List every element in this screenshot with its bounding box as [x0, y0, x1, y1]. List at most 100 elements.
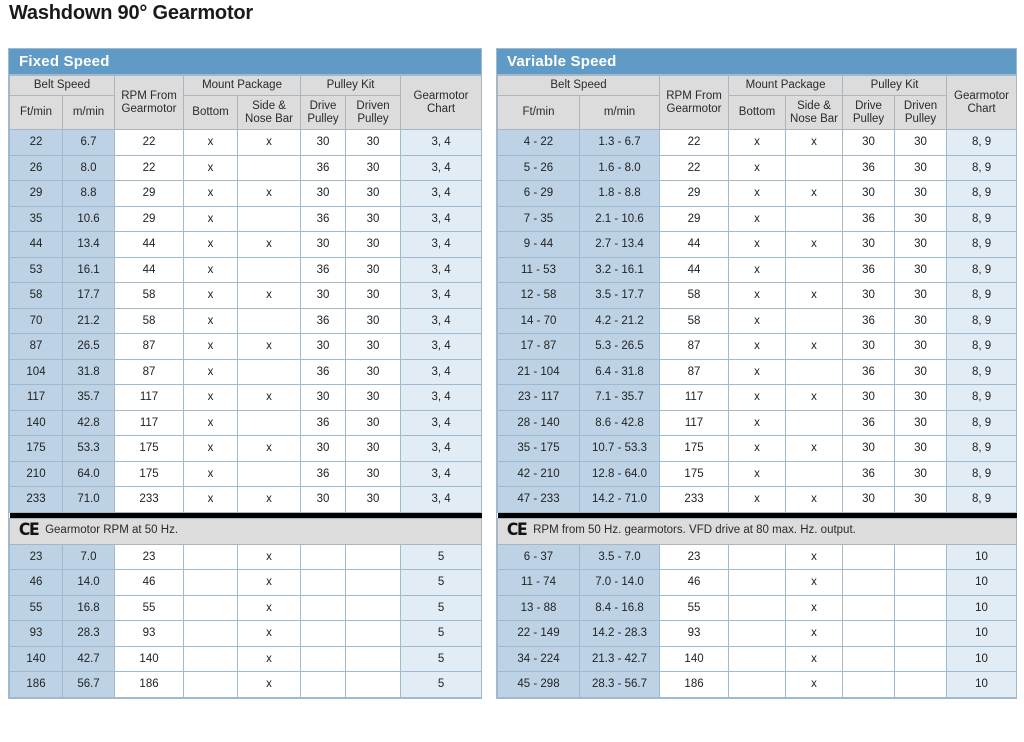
table-row: 93 28.3 93 x 5 — [9, 620, 483, 647]
cell-chart: 3, 4 — [400, 460, 483, 487]
cell-drive — [842, 645, 896, 672]
header-bottom: Bottom — [728, 95, 787, 130]
cell-driven: 30 — [894, 486, 948, 513]
table-row: 44 13.4 44 x x 30 30 3, 4 — [9, 231, 483, 258]
ce-note-cell: CE Gearmotor RPM at 50 Hz. — [8, 517, 483, 545]
cell-side: x — [785, 231, 844, 258]
cell-ft: 55 — [9, 594, 63, 621]
table-row: 9 - 44 2.7 - 13.4 44 x x 30 30 8, 9 — [497, 231, 1018, 258]
cell-side: x — [785, 569, 844, 596]
cell-drive: 30 — [300, 282, 347, 309]
cell-ft: 23 - 117 — [497, 384, 580, 411]
fixed-speed-main-rows: 22 6.7 22 x x 30 30 3, 4 26 8.0 22 x 36 30 3, 4 29 8.8 29… — [9, 129, 483, 513]
cell-ft: 6 - 29 — [497, 180, 580, 207]
cell-driven: 30 — [345, 205, 402, 232]
table-row: 140 42.8 117 x 36 30 3, 4 — [9, 409, 483, 436]
cell-side — [785, 205, 844, 232]
cell-m: 6.7 — [61, 129, 116, 156]
cell-side — [237, 205, 302, 232]
cell-chart: 8, 9 — [946, 180, 1018, 207]
cell-driven: 30 — [894, 435, 948, 462]
cell-side — [785, 460, 844, 487]
cell-rpm: 29 — [114, 205, 185, 232]
cell-drive: 36 — [300, 154, 347, 181]
cell-side: x — [785, 435, 844, 462]
variable-speed-banner: Variable Speed — [497, 49, 1016, 75]
cell-driven — [345, 671, 402, 698]
cell-bottom: x — [183, 129, 239, 156]
cell-m: 42.8 — [61, 409, 116, 436]
cell-rpm: 22 — [114, 129, 185, 156]
cell-side — [237, 307, 302, 334]
cell-rpm: 175 — [659, 435, 730, 462]
cell-m: 16.8 — [61, 594, 116, 621]
cell-ft: 22 - 149 — [497, 620, 580, 647]
cell-drive — [842, 620, 896, 647]
cell-side: x — [237, 543, 302, 570]
ce-note-cell: CE RPM from 50 Hz. gearmotors. VFD drive … — [496, 517, 1018, 545]
cell-driven: 30 — [345, 460, 402, 487]
cell-driven — [345, 620, 402, 647]
cell-bottom: x — [183, 486, 239, 513]
table-row: 117 35.7 117 x x 30 30 3, 4 — [9, 384, 483, 411]
cell-chart: 3, 4 — [400, 129, 483, 156]
fixed-speed-table: Belt Speed RPM From Gearmotor Mount Pack… — [8, 75, 483, 698]
cell-ft: 45 - 298 — [497, 671, 580, 698]
cell-drive: 36 — [842, 154, 896, 181]
cell-chart: 10 — [946, 569, 1018, 596]
cell-bottom: x — [183, 358, 239, 385]
cell-chart: 3, 4 — [400, 384, 483, 411]
cell-drive — [300, 620, 347, 647]
cell-drive: 36 — [842, 409, 896, 436]
ce-note-row: CE RPM from 50 Hz. gearmotors. VFD drive … — [496, 517, 1018, 545]
cell-chart: 8, 9 — [946, 486, 1018, 513]
cell-driven — [894, 671, 948, 698]
cell-side: x — [785, 282, 844, 309]
cell-rpm: 44 — [659, 256, 730, 283]
cell-side: x — [785, 620, 844, 647]
table-row: 233 71.0 233 x x 30 30 3, 4 — [9, 486, 483, 513]
cell-bottom — [183, 645, 239, 672]
cell-driven — [345, 569, 402, 596]
cell-chart: 8, 9 — [946, 205, 1018, 232]
cell-rpm: 22 — [659, 154, 730, 181]
table-row: 58 17.7 58 x x 30 30 3, 4 — [9, 282, 483, 309]
cell-side: x — [785, 333, 844, 360]
cell-drive: 30 — [300, 384, 347, 411]
table-row: 140 42.7 140 x 5 — [9, 645, 483, 672]
cell-chart: 8, 9 — [946, 282, 1018, 309]
cell-rpm: 93 — [659, 620, 730, 647]
cell-bottom — [728, 620, 787, 647]
cell-m: 13.4 — [61, 231, 116, 258]
cell-chart: 3, 4 — [400, 231, 483, 258]
cell-driven: 30 — [894, 307, 948, 334]
cell-bottom: x — [183, 460, 239, 487]
header-belt-speed: Belt Speed — [8, 75, 116, 96]
cell-bottom: x — [183, 282, 239, 309]
cell-rpm: 46 — [659, 569, 730, 596]
cell-chart: 8, 9 — [946, 154, 1018, 181]
cell-rpm: 44 — [659, 231, 730, 258]
cell-rpm: 29 — [114, 180, 185, 207]
cell-drive: 30 — [842, 333, 896, 360]
cell-ft: 46 — [9, 569, 63, 596]
cell-drive: 30 — [842, 384, 896, 411]
cell-chart: 8, 9 — [946, 384, 1018, 411]
cell-chart: 8, 9 — [946, 358, 1018, 385]
cell-m: 14.2 - 28.3 — [578, 620, 661, 647]
header-m-min: m/min — [61, 95, 116, 130]
cell-ft: 233 — [9, 486, 63, 513]
cell-drive: 36 — [842, 307, 896, 334]
cell-m: 6.4 - 31.8 — [578, 358, 661, 385]
cell-chart: 10 — [946, 594, 1018, 621]
cell-drive: 36 — [842, 256, 896, 283]
header-group-row: Belt Speed RPM From Gearmotor Mount Pack… — [8, 75, 483, 130]
cell-rpm: 117 — [114, 409, 185, 436]
cell-ft: 11 - 74 — [497, 569, 580, 596]
cell-m: 10.6 — [61, 205, 116, 232]
cell-bottom — [183, 543, 239, 570]
cell-m: 14.0 — [61, 569, 116, 596]
cell-m: 8.4 - 16.8 — [578, 594, 661, 621]
cell-rpm: 175 — [114, 435, 185, 462]
table-row: 175 53.3 175 x x 30 30 3, 4 — [9, 435, 483, 462]
